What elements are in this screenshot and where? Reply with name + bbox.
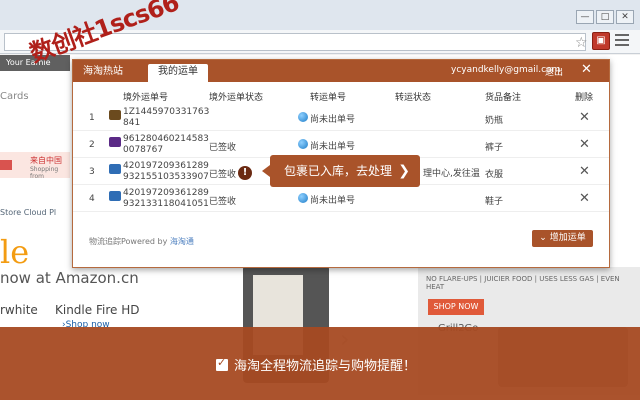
add-order-button[interactable]: ⌄ 增加运单 <box>532 230 593 247</box>
banner-content: 海淘全程物流追踪与购物提醒！ <box>216 355 416 374</box>
powered-by: 物流追踪Powered by 海淘通 <box>89 236 194 247</box>
close-window-button[interactable]: ✕ <box>616 10 634 24</box>
delete-icon[interactable]: ✕ <box>579 137 590 152</box>
china-banner[interactable]: 来自中国 Shopping from <box>0 152 70 180</box>
minimize-button[interactable]: — <box>576 10 594 24</box>
globe-icon <box>298 139 308 149</box>
promo-tagline: NO FLARE-UPS | JUICIER FOOD | USES LESS … <box>426 275 620 291</box>
kindle-title[interactable]: Kindle Fire HD <box>55 303 139 317</box>
item-note: 衣服 <box>485 170 504 180</box>
transfer-status: 理中心,发往温 <box>423 169 480 179</box>
orders-table: 境外运单号 境外运单状态 转运单号 转运状态 货品备注 删除 1 1Z14459… <box>73 88 609 212</box>
item-note: 裤子 <box>485 143 504 153</box>
tab-hot-sites[interactable]: 海淘热站 <box>73 64 133 82</box>
tracking-number[interactable]: 961280460214583 0078767 <box>123 134 209 156</box>
tooltip-text: 包裹已入库，去处理 <box>284 164 393 178</box>
tracking-number[interactable]: 420197209361289 932133118041051 <box>123 188 209 210</box>
table-row: 1 1Z1445970331763 841 尚未出单号 奶瓶 ✕ <box>73 104 609 131</box>
flag-icon <box>0 160 12 170</box>
row-index: 4 <box>89 194 95 204</box>
cards-link[interactable]: Cards <box>0 91 29 102</box>
globe-icon <box>298 112 308 122</box>
col-delete: 删除 <box>575 93 594 103</box>
window-controls: — □ ✕ <box>576 10 634 24</box>
headline-fragment: le <box>0 233 30 271</box>
promo-shop-now-button[interactable]: SHOP NOW <box>428 299 484 315</box>
checkbox-icon[interactable] <box>216 356 228 371</box>
menu-icon[interactable] <box>615 34 629 46</box>
china-subtitle: Shopping from <box>30 166 59 180</box>
transfer-number: 尚未出单号 <box>310 115 356 125</box>
delete-icon[interactable]: ✕ <box>579 191 590 206</box>
col-transfer-no: 转运单号 <box>310 93 347 103</box>
powered-brand-link[interactable]: 海淘通 <box>170 237 194 246</box>
row-index: 1 <box>89 113 95 123</box>
col-tracking-no: 境外运单号 <box>123 93 169 103</box>
popup-header: 海淘热站 我的运单 ycyandkelly@gmail.com 退出 ✕ <box>73 60 609 82</box>
delete-icon[interactable]: ✕ <box>579 164 590 179</box>
transfer-number: 尚未出单号 <box>310 142 356 152</box>
row-index: 2 <box>89 140 95 150</box>
add-order-label: 增加运单 <box>549 233 586 243</box>
now-at-amazon: now at Amazon.cn <box>0 269 139 287</box>
powered-prefix: 物流追踪Powered by <box>89 237 170 246</box>
maximize-button[interactable]: □ <box>596 10 614 24</box>
fedex-icon <box>109 137 121 147</box>
ups-icon <box>109 110 121 120</box>
tracking-status: 已签收 <box>209 170 237 180</box>
package-icon[interactable]: ▣ <box>592 32 610 50</box>
tracking-status: 已签收 <box>209 197 237 207</box>
col-tracking-status: 境外运单状态 <box>209 93 264 103</box>
delete-icon[interactable]: ✕ <box>579 110 590 125</box>
warning-icon[interactable]: ! <box>238 166 252 180</box>
star-icon[interactable]: ☆ <box>575 34 588 52</box>
usps-icon <box>109 191 121 201</box>
package-arrived-tooltip[interactable]: 包裹已入库，去处理 ❯ <box>262 155 420 187</box>
table-header: 境外运单号 境外运单状态 转运单号 转运状态 货品备注 删除 <box>73 88 609 104</box>
usps-icon <box>109 164 121 174</box>
chevron-right-icon: ❯ <box>398 163 410 179</box>
chevron-down-icon: ⌄ <box>539 233 550 243</box>
col-transfer-status: 转运状态 <box>395 93 432 103</box>
tracking-number[interactable]: 420197209361289 932155103533907 <box>123 161 209 183</box>
item-note: 鞋子 <box>485 197 504 207</box>
china-title: 来自中国 <box>30 156 62 165</box>
item-note: 奶瓶 <box>485 116 504 126</box>
tracking-status: 已签收 <box>209 143 237 153</box>
user-email: ycyandkelly@gmail.com <box>451 65 561 75</box>
tracking-number[interactable]: 1Z1445970331763 841 <box>123 107 209 129</box>
row-index: 3 <box>89 167 95 177</box>
close-icon[interactable]: ✕ <box>581 62 592 77</box>
banner-text: 海淘全程物流追踪与购物提醒！ <box>234 359 417 374</box>
promo-banner: 海淘全程物流追踪与购物提醒！ <box>0 327 640 400</box>
table-row: 2 961280460214583 0078767 已签收 尚未出单号 裤子 ✕ <box>73 131 609 158</box>
col-note: 货品备注 <box>485 93 522 103</box>
tab-my-orders[interactable]: 我的运单 <box>148 64 208 82</box>
globe-icon <box>298 193 308 203</box>
logout-link[interactable]: 退出 <box>545 65 563 78</box>
transfer-number: 尚未出单号 <box>310 196 356 206</box>
table-row: 4 420197209361289 932133118041051 已签收 尚未… <box>73 185 609 212</box>
product-white: rwhite <box>0 303 38 317</box>
